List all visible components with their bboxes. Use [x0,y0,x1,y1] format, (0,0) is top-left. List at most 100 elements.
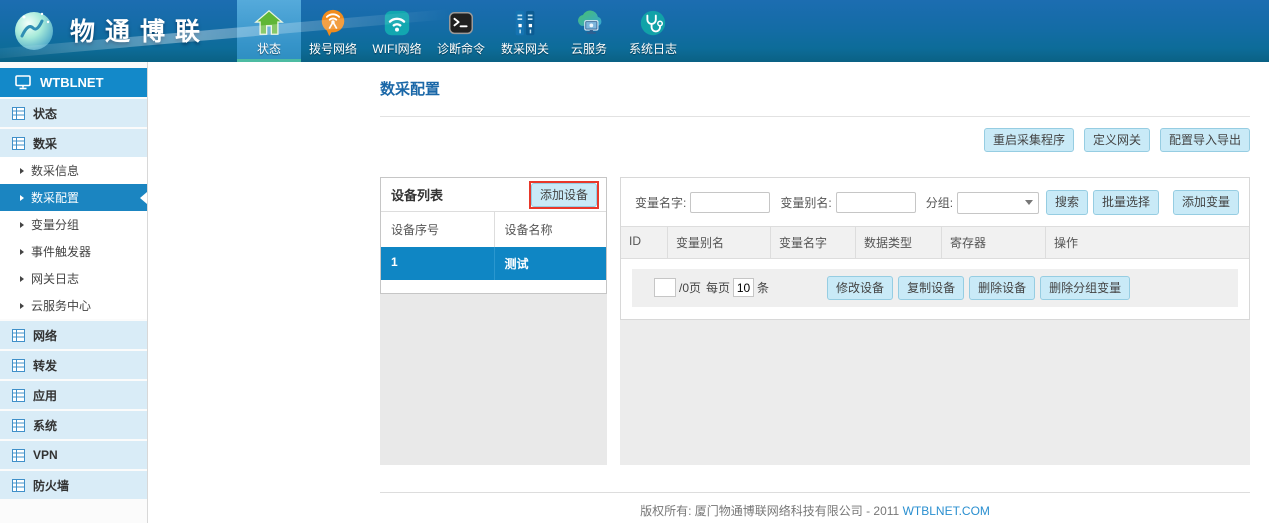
sidebar-subitem-data-config[interactable]: 数采配置 [0,184,147,211]
variables-panel: 变量名字: 变量别名: 分组: 搜索 批量选择 添加变量 [620,177,1250,465]
sidebar: WTBLNET 状态 数采 数采信息 数采配置 变量分组 事件触发器 网关日志 … [0,62,148,523]
caret-right-icon [20,195,24,201]
device-table-empty-row [381,280,606,293]
caret-right-icon [20,222,24,228]
caret-right-icon [20,276,24,282]
id-column-header: ID [621,227,668,258]
restart-collector-button[interactable]: 重启采集程序 [984,128,1074,152]
nav-item-diagnostic-command[interactable]: 诊断命令 [429,0,493,62]
variable-filter-row: 变量名字: 变量别名: 分组: 搜索 批量选择 添加变量 [621,178,1249,225]
device-name-column-header: 设备名称 [494,212,607,247]
sidebar-device-header: WTBLNET [0,68,147,97]
nav-item-status[interactable]: 状态 [237,0,301,62]
sidebar-item-network[interactable]: 网络 [0,321,147,349]
chevron-down-icon [1025,200,1033,205]
config-import-export-button[interactable]: 配置导入导出 [1160,128,1250,152]
pagination-bar: /0页 每页 条 修改设备 复制设备 删除设备 删除分组变量 [632,269,1238,307]
define-gateway-button[interactable]: 定义网关 [1084,128,1150,152]
grid-icon [12,449,25,462]
cloud-service-icon [574,8,604,38]
name-column-header: 变量名字 [771,227,856,258]
sidebar-device-name: WTBLNET [40,75,104,90]
wtblnet-link[interactable]: WTBLNET.COM [903,504,990,518]
grid-icon [12,359,25,372]
delete-device-button[interactable]: 删除设备 [969,276,1035,300]
sidebar-item-vpn[interactable]: VPN [0,441,147,469]
nav-item-wifi-network[interactable]: WIFI网络 [365,0,429,62]
device-name-cell: 测试 [494,247,607,280]
grid-icon [12,419,25,432]
globe-logo-icon [12,8,56,52]
device-table-header: 设备序号 设备名称 [381,211,606,247]
grid-icon [12,479,25,492]
device-table-row-selected[interactable]: 1 测试 [381,247,606,280]
nav-item-dial-network[interactable]: 拨号网络 [301,0,365,62]
nav-item-data-gateway[interactable]: 数采网关 [493,0,557,62]
unit-label: 条 [757,279,769,296]
per-page-input[interactable] [733,278,754,297]
sidebar-subitem-variable-group[interactable]: 变量分组 [0,211,147,238]
grid-icon [12,389,25,402]
sidebar-item-application[interactable]: 应用 [0,381,147,409]
caret-right-icon [20,303,24,309]
sidebar-item-label: 状态 [33,105,57,122]
sidebar-subitem-label: 数采信息 [31,162,79,179]
variable-table-header: ID 变量别名 变量名字 数据类型 寄存器 操作 [621,226,1249,259]
add-device-annotation-box: 添加设备 [529,181,599,209]
device-list-title: 设备列表 [391,185,443,204]
caret-right-icon [20,168,24,174]
sidebar-item-status[interactable]: 状态 [0,99,147,127]
nav-label: 拨号网络 [309,40,357,57]
home-icon [254,8,284,38]
variables-card: 变量名字: 变量别名: 分组: 搜索 批量选择 添加变量 [620,177,1250,319]
group-select[interactable] [957,192,1039,214]
nav-label: 状态 [257,40,281,57]
brand-logo: 物通博联 [12,8,210,52]
sidebar-subitem-label: 网关日志 [31,270,79,287]
sidebar-subitem-gateway-log[interactable]: 网关日志 [0,265,147,292]
grid-icon [12,107,25,120]
device-seq-cell: 1 [381,247,494,280]
copy-device-button[interactable]: 复制设备 [898,276,964,300]
sidebar-item-label: 应用 [33,387,57,404]
nav-item-system-log[interactable]: 系统日志 [621,0,685,62]
nav-label: 诊断命令 [437,40,485,57]
config-panels: 设备列表 添加设备 设备序号 设备名称 1 测试 [380,177,1250,465]
datatype-column-header: 数据类型 [856,227,942,258]
sidebar-subitem-label: 数采配置 [31,189,79,206]
add-device-button[interactable]: 添加设备 [531,183,597,207]
batch-select-button[interactable]: 批量选择 [1093,190,1159,214]
wifi-icon [382,8,412,38]
sidebar-subitem-data-info[interactable]: 数采信息 [0,157,147,184]
group-label: 分组: [926,194,953,211]
sidebar-subitem-label: 云服务中心 [31,297,91,314]
add-variable-button[interactable]: 添加变量 [1173,190,1239,214]
brand-name: 物通博联 [70,12,210,48]
sidebar-subitem-label: 事件触发器 [31,243,91,260]
sidebar-item-system[interactable]: 系统 [0,411,147,439]
alias-column-header: 变量别名 [668,227,771,258]
caret-right-icon [20,249,24,255]
nav-label: WIFI网络 [372,40,421,57]
page-number-input[interactable] [654,278,676,297]
app-header: 物通博联 状态 拨号网络 [0,0,1269,62]
title-divider [380,116,1250,117]
variable-alias-input[interactable] [836,192,916,213]
terminal-icon [446,8,476,38]
dial-network-icon [318,8,348,38]
sidebar-item-data-acquisition[interactable]: 数采 [0,129,147,157]
sidebar-item-firewall[interactable]: 防火墙 [0,471,147,499]
delete-group-variable-button[interactable]: 删除分组变量 [1040,276,1130,300]
search-button[interactable]: 搜索 [1046,190,1088,214]
sidebar-subitem-event-trigger[interactable]: 事件触发器 [0,238,147,265]
nav-item-cloud-service[interactable]: 云服务 [557,0,621,62]
modify-device-button[interactable]: 修改设备 [827,276,893,300]
device-list-panel: 设备列表 添加设备 设备序号 设备名称 1 测试 [380,177,607,465]
sidebar-item-label: 防火墙 [33,477,69,494]
sidebar-item-forward[interactable]: 转发 [0,351,147,379]
sidebar-subitem-cloud-center[interactable]: 云服务中心 [0,292,147,319]
register-column-header: 寄存器 [942,227,1046,258]
operation-column-header: 操作 [1046,227,1249,258]
device-seq-column-header: 设备序号 [381,212,494,247]
variable-name-input[interactable] [690,192,770,213]
